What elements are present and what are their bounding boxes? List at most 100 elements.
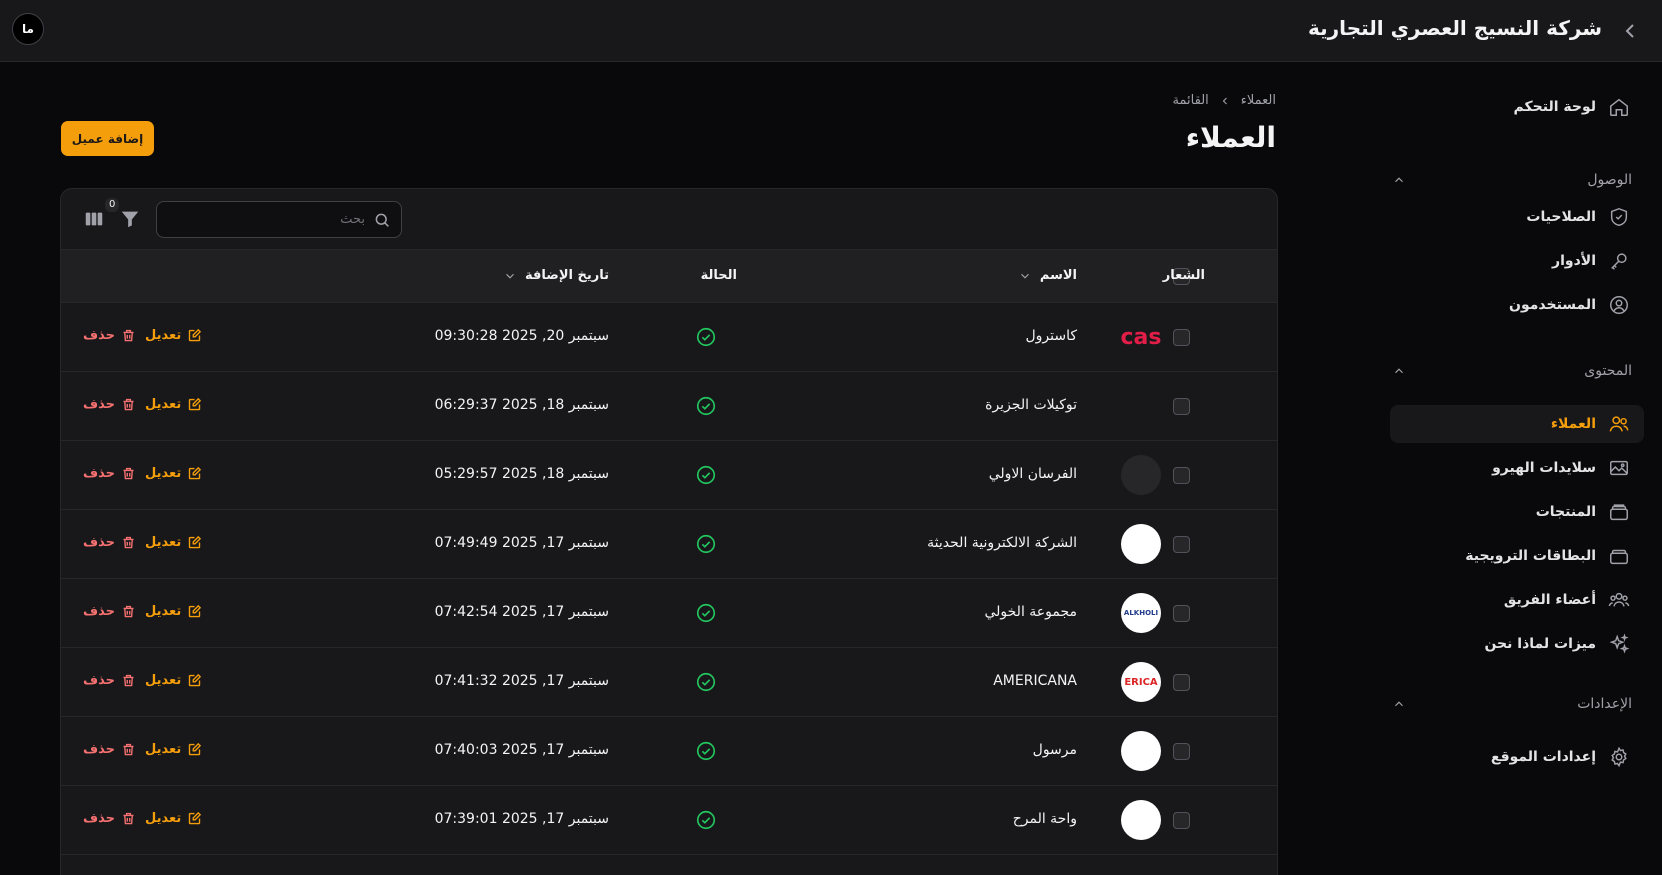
delete-label: حذف — [83, 673, 115, 688]
chevron-down-icon — [1018, 269, 1032, 283]
client-logo-text: ALKHOLI — [1123, 609, 1159, 617]
sidebar-item-dashboard[interactable]: لوحة التحكم — [1390, 88, 1644, 126]
sidebar-item-team[interactable]: أعضاء الفريق — [1390, 581, 1644, 619]
column-name[interactable]: الاسم — [1018, 268, 1077, 283]
sidebar: لوحة التحكم الوصول الصلاحيات الأدوار الم… — [1372, 62, 1662, 875]
filter-count-badge: 0 — [105, 198, 120, 212]
row-checkbox[interactable] — [1173, 674, 1190, 691]
trash-icon — [121, 328, 136, 343]
sidebar-group-access[interactable]: الوصول — [1392, 172, 1632, 188]
edit-icon — [187, 397, 202, 412]
client-name: واحة المرح — [1012, 811, 1077, 827]
sidebar-item-permissions[interactable]: الصلاحيات — [1390, 198, 1644, 236]
edit-button[interactable]: تعديل — [145, 742, 202, 757]
check-circle-icon — [695, 602, 717, 624]
client-name: AMERICANA — [993, 673, 1077, 689]
trash-icon — [121, 604, 136, 619]
client-logo: ALKHOLI — [1121, 593, 1161, 633]
table-row: الفرسان الاولي سبتمبر 18, 2025 05:29:57 … — [61, 441, 1277, 510]
check-circle-icon — [695, 395, 717, 417]
table-row: مرسول سبتمبر 17, 2025 07:40:03 تعديل حذف — [61, 717, 1277, 786]
delete-button[interactable]: حذف — [83, 535, 136, 550]
add-client-button[interactable]: إضافة عميل — [61, 121, 154, 156]
sidebar-item-users[interactable]: المستخدمون — [1390, 286, 1644, 324]
cards-icon — [1608, 545, 1630, 567]
client-name: مرسول — [1032, 742, 1077, 758]
check-circle-icon — [695, 464, 717, 486]
sidebar-item-hero-slides[interactable]: سلايدات الهيرو — [1390, 449, 1644, 487]
breadcrumb-clients[interactable]: العملاء — [1241, 93, 1276, 108]
edit-button[interactable]: تعديل — [145, 328, 202, 343]
edit-button[interactable]: تعديل — [145, 811, 202, 826]
sidebar-item-why-us[interactable]: ميزات لماذا نحن — [1390, 625, 1644, 663]
chevron-down-icon — [503, 269, 517, 283]
delete-button[interactable]: حذف — [83, 742, 136, 757]
sidebar-group-settings[interactable]: الإعدادات — [1392, 696, 1632, 712]
chevron-right-icon[interactable] — [1618, 19, 1642, 43]
column-date[interactable]: تاريخ الإضافة — [503, 268, 609, 283]
added-date: سبتمبر 17, 2025 07:40:03 — [434, 742, 609, 758]
sidebar-group-content[interactable]: المحتوى — [1392, 363, 1632, 379]
edit-button[interactable]: تعديل — [145, 397, 202, 412]
table-row: الشركة الالكترونية الحديثة سبتمبر 17, 20… — [61, 510, 1277, 579]
edit-icon — [187, 535, 202, 550]
sidebar-item-site-settings[interactable]: إعدادات الموقع — [1390, 738, 1644, 776]
row-checkbox[interactable] — [1173, 467, 1190, 484]
client-logo — [1121, 731, 1161, 771]
sidebar-item-label: العملاء — [1550, 416, 1596, 432]
trash-icon — [121, 397, 136, 412]
client-name: مجموعة الخولي — [984, 604, 1077, 620]
filter-icon[interactable] — [119, 208, 141, 230]
row-checkbox[interactable] — [1173, 743, 1190, 760]
delete-button[interactable]: حذف — [83, 811, 136, 826]
delete-button[interactable]: حذف — [83, 397, 136, 412]
table-row: واحة المرح سبتمبر 17, 2025 07:39:01 تعدي… — [61, 786, 1277, 855]
edit-button[interactable]: تعديل — [145, 604, 202, 619]
edit-icon — [187, 811, 202, 826]
edit-button[interactable]: تعديل — [145, 466, 202, 481]
delete-button[interactable]: حذف — [83, 466, 136, 481]
edit-button[interactable]: تعديل — [145, 535, 202, 550]
search-icon — [373, 211, 391, 229]
key-icon — [1608, 250, 1630, 272]
check-circle-icon — [695, 533, 717, 555]
users-icon — [1608, 413, 1630, 435]
top-bar: شركة النسيج العصري التجارية ما — [0, 0, 1662, 62]
added-date: سبتمبر 17, 2025 07:49:49 — [434, 535, 609, 551]
sidebar-item-label: البطاقات الترويجية — [1465, 548, 1596, 564]
user-avatar[interactable]: ما — [12, 13, 44, 45]
trash-icon — [121, 811, 136, 826]
sidebar-item-clients[interactable]: العملاء — [1390, 405, 1644, 443]
client-logo — [1121, 455, 1161, 495]
sidebar-item-products[interactable]: المنتجات — [1390, 493, 1644, 531]
stack-icon — [1608, 501, 1630, 523]
column-logo: الشعار — [1162, 268, 1205, 283]
client-logo: ERICA — [1121, 662, 1161, 702]
chevron-left-icon — [1219, 95, 1231, 107]
shield-check-icon — [1608, 206, 1630, 228]
sidebar-item-roles[interactable]: الأدوار — [1390, 242, 1644, 280]
delete-label: حذف — [83, 604, 115, 619]
client-logo — [1121, 524, 1161, 564]
row-checkbox[interactable] — [1173, 605, 1190, 622]
delete-button[interactable]: حذف — [83, 328, 136, 343]
row-checkbox[interactable] — [1173, 536, 1190, 553]
sidebar-item-label: المنتجات — [1535, 504, 1596, 520]
edit-icon — [187, 604, 202, 619]
edit-icon — [187, 466, 202, 481]
edit-button[interactable]: تعديل — [145, 673, 202, 688]
delete-button[interactable]: حذف — [83, 604, 136, 619]
delete-label: حذف — [83, 742, 115, 757]
delete-button[interactable]: حذف — [83, 673, 136, 688]
clients-table-card: 0 الشعار الاسم الحالة تاريخ الإضافة cas … — [60, 188, 1278, 875]
row-checkbox[interactable] — [1173, 329, 1190, 346]
added-date: سبتمبر 18, 2025 05:29:57 — [434, 466, 609, 482]
search-input[interactable] — [167, 212, 365, 227]
added-date: سبتمبر 18, 2025 06:29:37 — [434, 397, 609, 413]
client-logo-text: ERICA — [1124, 676, 1158, 688]
columns-icon[interactable] — [83, 208, 105, 230]
sidebar-item-promo-cards[interactable]: البطاقات الترويجية — [1390, 537, 1644, 575]
row-checkbox[interactable] — [1173, 812, 1190, 829]
edit-label: تعديل — [145, 466, 182, 481]
row-checkbox[interactable] — [1173, 398, 1190, 415]
